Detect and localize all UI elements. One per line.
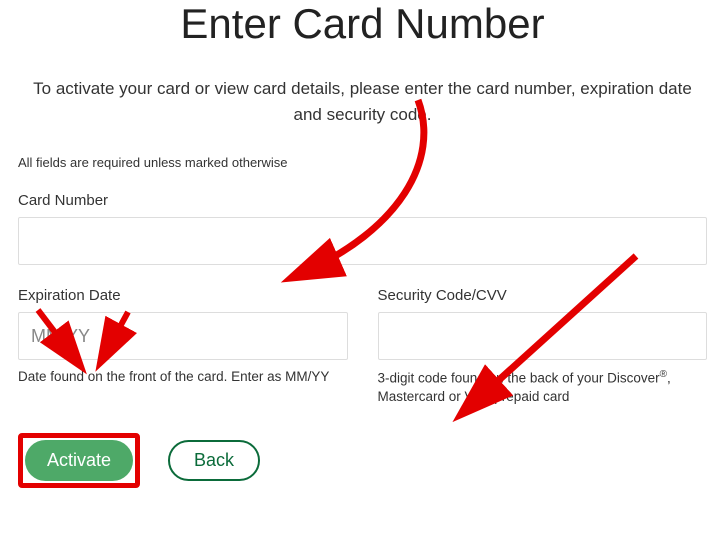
required-fields-note: All fields are required unless marked ot…	[18, 155, 707, 170]
expiration-helper-text: Date found on the front of the card. Ent…	[18, 368, 348, 387]
card-number-label: Card Number	[18, 192, 707, 209]
page-subtitle: To activate your card or view card detai…	[32, 76, 693, 127]
security-code-input[interactable]	[378, 312, 708, 360]
back-button[interactable]: Back	[168, 440, 260, 481]
activate-highlight-box: Activate	[18, 433, 140, 488]
expiration-date-label: Expiration Date	[18, 287, 348, 304]
expiration-date-input[interactable]	[18, 312, 348, 360]
card-number-input[interactable]	[18, 217, 707, 265]
security-code-label: Security Code/CVV	[378, 287, 708, 304]
security-code-helper-text: 3-digit code found on the back of your D…	[378, 368, 708, 407]
page-title: Enter Card Number	[18, 0, 707, 48]
activate-button[interactable]: Activate	[25, 440, 133, 481]
